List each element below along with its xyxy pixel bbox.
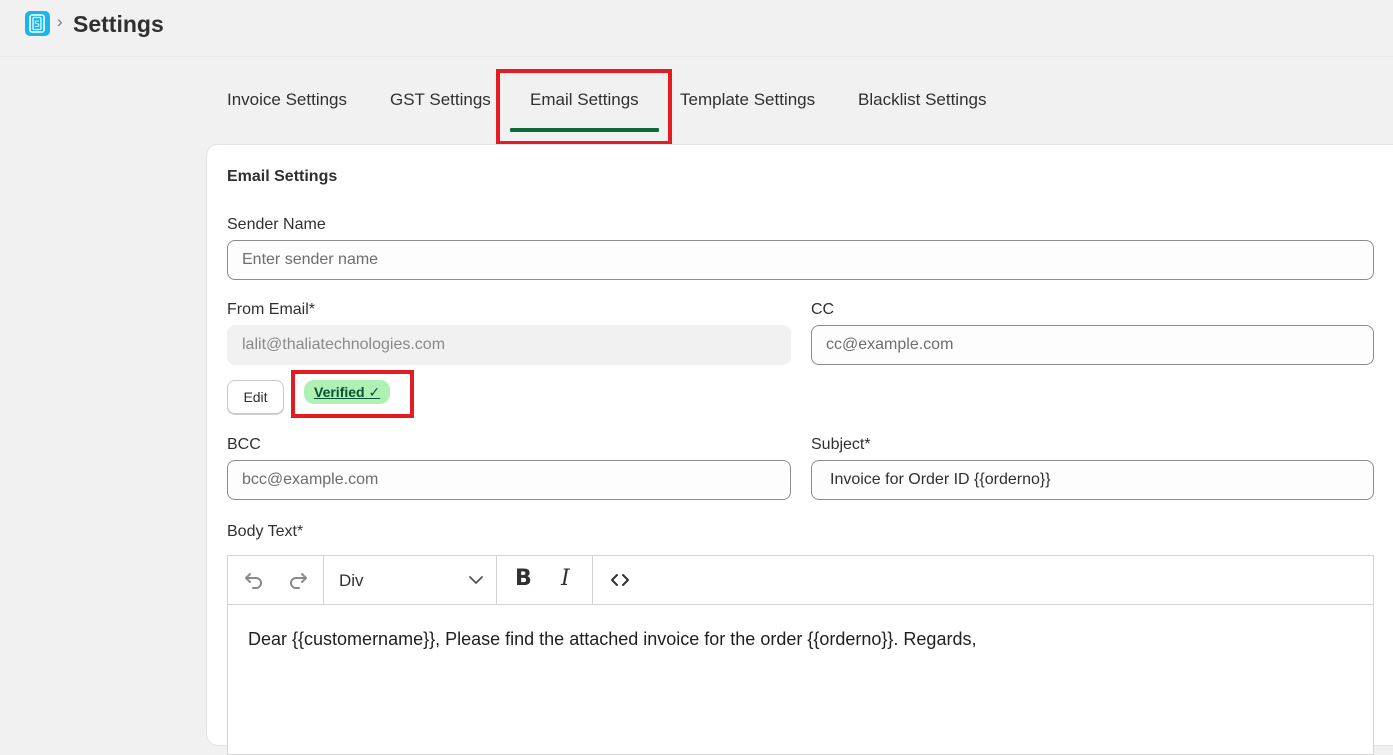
tab-template-settings[interactable]: Template Settings <box>680 90 815 110</box>
verified-badge-highlight <box>291 370 414 418</box>
tab-blacklist-settings[interactable]: Blacklist Settings <box>858 90 987 110</box>
breadcrumb-chevron-icon: › <box>57 12 63 31</box>
italic-button[interactable]: I <box>561 566 570 591</box>
app-logo-icon[interactable]: S <box>25 11 50 36</box>
sender-name-input[interactable] <box>227 240 1374 280</box>
top-bar: S › Settings <box>0 0 1393 57</box>
editor-toolbar: Div B I <box>228 556 1373 605</box>
redo-icon[interactable] <box>286 568 310 597</box>
block-format-select[interactable]: Div <box>339 571 364 591</box>
tab-gst-settings[interactable]: GST Settings <box>390 90 491 110</box>
from-email-label: From Email* <box>227 301 316 318</box>
code-icon[interactable] <box>608 568 632 597</box>
body-text-editor: Div B I Dear {{customername}}, Please fi… <box>227 555 1374 755</box>
bcc-input[interactable] <box>227 460 791 500</box>
sender-name-label: Sender Name <box>227 216 326 233</box>
cc-input[interactable] <box>811 325 1374 365</box>
subject-input[interactable] <box>811 460 1374 500</box>
from-email-input <box>227 325 791 365</box>
toolbar-divider <box>592 556 593 604</box>
card-title: Email Settings <box>227 168 338 185</box>
bcc-label: BCC <box>227 436 261 453</box>
email-settings-tab-highlight <box>496 69 672 145</box>
bold-button[interactable]: B <box>515 566 532 591</box>
undo-icon[interactable] <box>242 568 266 597</box>
cc-label: CC <box>811 301 835 318</box>
body-text-content[interactable]: Dear {{customername}}, Please find the a… <box>248 629 976 650</box>
svg-text:S: S <box>34 20 40 30</box>
chevron-down-icon[interactable] <box>466 570 486 595</box>
toolbar-divider <box>496 556 497 604</box>
body-text-label: Body Text* <box>227 523 304 540</box>
page-title: Settings <box>73 11 164 37</box>
tab-invoice-settings[interactable]: Invoice Settings <box>227 90 347 110</box>
toolbar-divider <box>323 556 324 604</box>
subject-label: Subject* <box>811 436 871 453</box>
settings-tabs: Invoice Settings GST Settings Email Sett… <box>0 70 1393 142</box>
edit-email-button[interactable]: Edit <box>227 380 284 414</box>
